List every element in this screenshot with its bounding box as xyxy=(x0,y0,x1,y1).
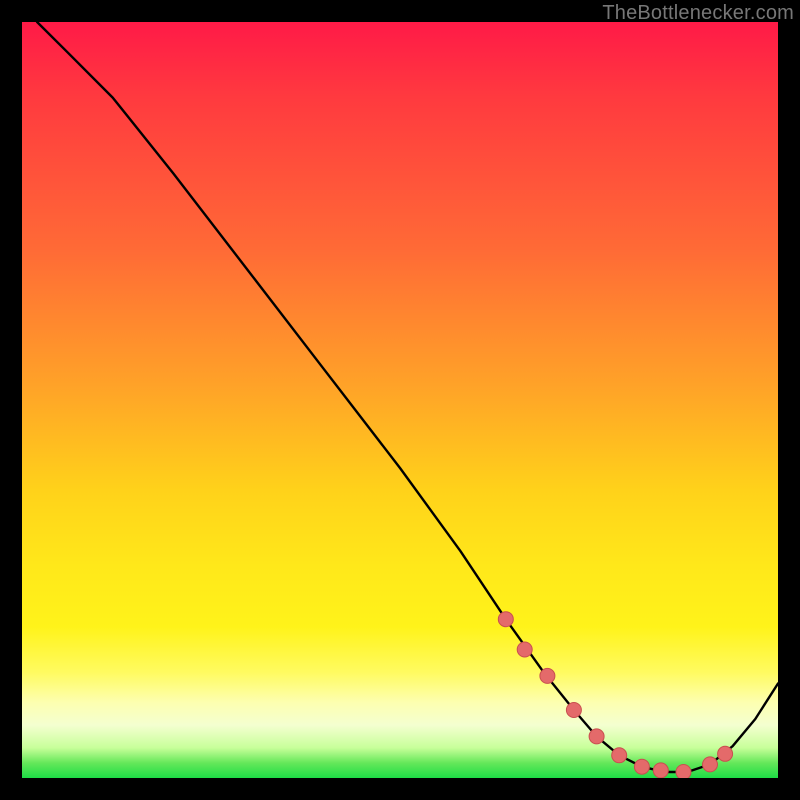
curve-marker xyxy=(718,746,733,761)
bottleneck-curve xyxy=(37,22,778,772)
chart-stage: TheBottlenecker.com xyxy=(0,0,800,800)
curve-layer xyxy=(22,22,778,778)
curve-marker xyxy=(676,765,691,779)
curve-marker xyxy=(653,763,668,778)
curve-marker xyxy=(566,703,581,718)
curve-marker xyxy=(540,668,555,683)
curve-marker xyxy=(517,642,532,657)
curve-marker xyxy=(703,757,718,772)
curve-marker xyxy=(498,612,513,627)
curve-markers xyxy=(498,612,732,778)
curve-marker xyxy=(634,759,649,774)
gradient-plot-area xyxy=(22,22,778,778)
curve-marker xyxy=(612,748,627,763)
curve-marker xyxy=(589,729,604,744)
